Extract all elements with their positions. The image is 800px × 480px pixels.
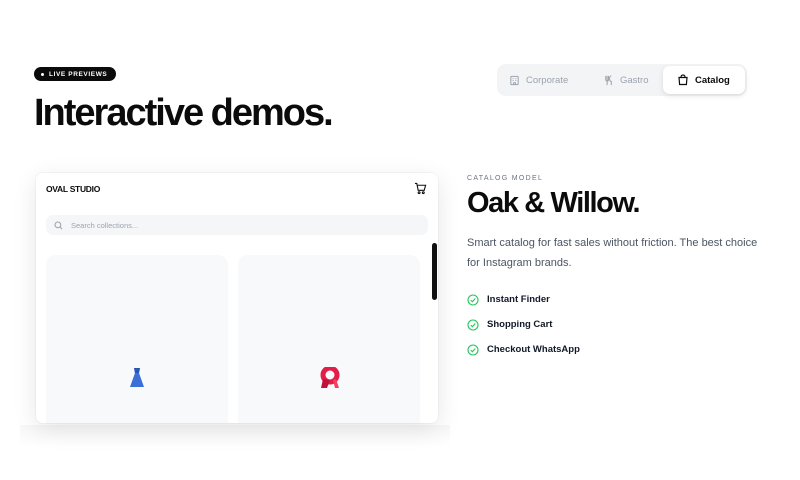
tab-catalog-label: Catalog [695,74,730,86]
model-description: Smart catalog for fast sales without fri… [467,237,758,269]
catalog-preview-window: OVAL STUDIO [36,173,438,423]
cart-icon[interactable] [414,182,427,195]
tab-corporate[interactable]: Corporate [509,66,568,94]
building-icon [510,75,519,85]
dress-icon [130,368,144,387]
feature-label: Shopping Cart [487,319,553,330]
page-title: Interactive demos. [34,92,334,134]
scrollbar-thumb[interactable] [432,243,437,300]
shopping-bag-icon [678,74,688,86]
badge-dot [41,72,44,76]
feature-label: Checkout WhatsApp [487,344,580,355]
badge-label: LIVE PREVIEWS [49,70,108,78]
feature-item: Checkout WhatsApp [467,337,580,362]
tab-gastro[interactable]: Gastro [603,66,649,94]
live-previews-badge: LIVE PREVIEWS [34,67,117,81]
check-circle-icon [467,293,479,306]
model-title: Oak & Willow. [467,187,641,219]
feature-list: Instant Finder Shopping Cart Checkout Wh… [467,287,580,362]
product-card[interactable] [46,255,228,423]
search-icon [54,220,63,229]
search-input[interactable] [69,219,393,231]
utensils-icon [605,74,612,85]
search-bar[interactable] [46,215,428,235]
preview-shadow [20,425,450,447]
check-circle-icon [467,343,479,356]
check-circle-icon [467,318,479,331]
scarf-icon [320,367,340,388]
brand-logo: OVAL STUDIO [46,184,101,194]
feature-label: Instant Finder [487,294,550,305]
model-label: CATALOG MODEL [467,175,544,182]
feature-item: Instant Finder [467,287,580,312]
demo-tabs: Corporate Gastro Catalog [497,64,747,96]
tab-catalog[interactable]: Catalog [663,66,745,94]
tab-gastro-label: Gastro [620,74,649,86]
feature-item: Shopping Cart [467,312,580,337]
tab-corporate-label: Corporate [526,74,569,86]
product-card[interactable] [238,255,420,423]
